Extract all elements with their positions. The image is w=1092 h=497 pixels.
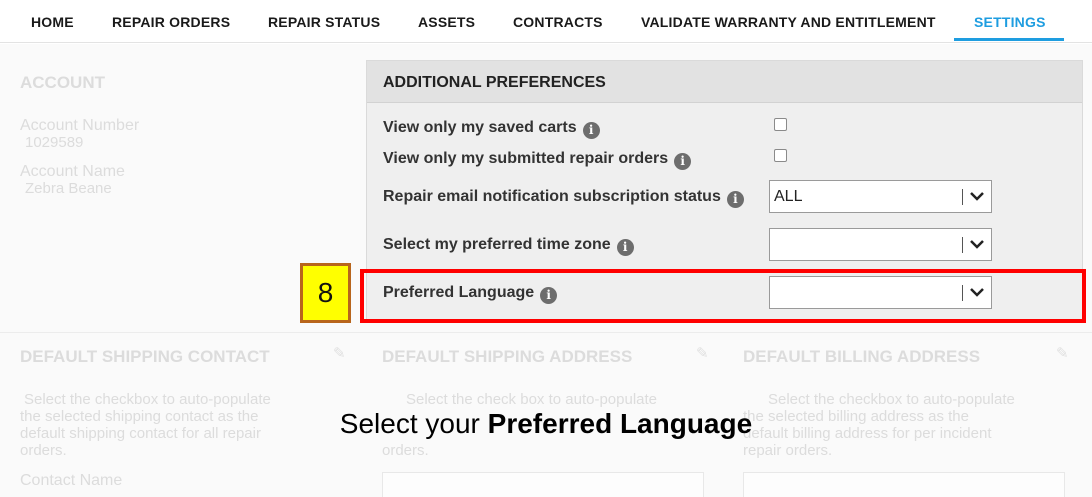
saved-carts-checkbox[interactable] (774, 118, 787, 131)
nav-validate-warranty[interactable]: VALIDATE WARRANTY AND ENTITLEMENT (641, 14, 936, 30)
email-notification-value: ALL (774, 188, 803, 205)
caption-bold: Preferred Language (487, 408, 753, 439)
email-notification-select[interactable]: ALL (769, 180, 992, 213)
section-divider (0, 332, 1092, 333)
edit-shipping-contact-icon[interactable]: ✎ (333, 344, 346, 362)
shipping-address-box (382, 472, 704, 497)
submitted-orders-row: View only my submitted repair orders i (383, 150, 692, 170)
nav-repair-status[interactable]: REPAIR STATUS (268, 14, 380, 30)
chevron-down-icon (970, 240, 984, 249)
step-number-badge: 8 (300, 263, 351, 323)
active-tab-indicator (954, 38, 1064, 41)
email-notification-label: Repair email notification subscription s… (383, 188, 721, 205)
shipping-contact-text-1: Select the checkbox to auto-populate (24, 391, 271, 408)
submitted-orders-label: View only my submitted repair orders (383, 150, 669, 167)
account-name-value: Zebra Beane (25, 180, 112, 197)
panel-header: ADDITIONAL PREFERENCES (367, 61, 1082, 103)
shipping-contact-heading: DEFAULT SHIPPING CONTACT (20, 347, 270, 366)
nav-repair-orders[interactable]: REPAIR ORDERS (112, 14, 230, 30)
nav-settings[interactable]: SETTINGS (974, 14, 1046, 30)
billing-address-heading: DEFAULT BILLING ADDRESS (743, 347, 981, 366)
caption-prefix: Select your (339, 408, 488, 439)
account-name-label: Account Name (20, 163, 125, 180)
tutorial-caption: Select your Preferred Language (0, 408, 1092, 440)
shipping-address-heading: DEFAULT SHIPPING ADDRESS (382, 347, 633, 366)
billing-address-text-4: repair orders. (743, 442, 833, 459)
select-separator (962, 237, 963, 253)
time-zone-select[interactable] (769, 228, 992, 261)
chevron-down-icon (970, 192, 984, 201)
account-number-label: Account Number (20, 117, 140, 134)
info-icon[interactable]: i (616, 239, 634, 256)
nav-contracts[interactable]: CONTRACTS (513, 14, 603, 30)
select-separator (962, 189, 963, 205)
top-navigation: HOME REPAIR ORDERS REPAIR STATUS ASSETS … (0, 0, 1092, 43)
panel-title: ADDITIONAL PREFERENCES (383, 74, 606, 91)
info-icon[interactable]: i (582, 122, 600, 139)
account-number-value: 1029589 (25, 134, 84, 151)
billing-address-text-1: Select the checkbox to auto-populate (768, 391, 1015, 408)
nav-home[interactable]: HOME (31, 14, 74, 30)
preferred-language-highlight (360, 269, 1086, 323)
time-zone-row: Select my preferred time zone i (383, 236, 634, 256)
shipping-address-text-1: Select the check box to auto-populate (406, 391, 658, 408)
saved-carts-label: View only my saved carts (383, 119, 577, 136)
time-zone-label: Select my preferred time zone (383, 236, 611, 253)
billing-address-box (743, 472, 1065, 497)
shipping-contact-text-4: orders. (20, 442, 67, 459)
edit-shipping-address-icon[interactable]: ✎ (696, 344, 709, 362)
info-icon[interactable]: i (726, 191, 744, 208)
contact-name-label: Contact Name (20, 472, 123, 489)
saved-carts-row: View only my saved carts i (383, 119, 600, 139)
email-notification-row: Repair email notification subscription s… (383, 188, 744, 208)
edit-billing-address-icon[interactable]: ✎ (1056, 344, 1069, 362)
shipping-address-text-4: orders. (382, 442, 429, 459)
account-heading: ACCOUNT (20, 73, 105, 92)
nav-assets[interactable]: ASSETS (418, 14, 475, 30)
info-icon[interactable]: i (674, 153, 692, 170)
submitted-orders-checkbox[interactable] (774, 149, 787, 162)
